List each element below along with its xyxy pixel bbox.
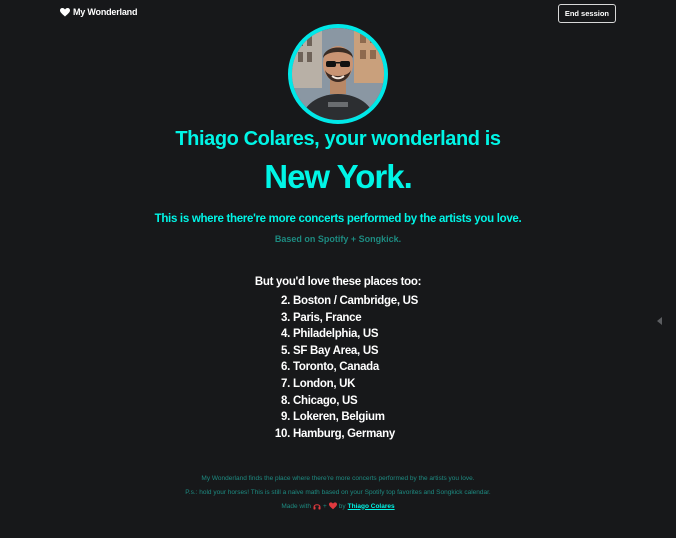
place-name: SF Bay Area, US (293, 344, 379, 357)
place-name: Toronto, Canada (293, 361, 380, 374)
place-name: Boston / Cambridge, US (293, 295, 419, 307)
footer-disclaimer: P.s.: hold your horses! This is still a … (185, 489, 491, 496)
data-source-note: Based on Spotify + Songkick. (274, 234, 402, 244)
made-with-label: Made with (281, 502, 311, 510)
wonderland-city: New York. (264, 158, 413, 195)
list-item: 2. Boston / Cambridge, US (270, 295, 418, 312)
rank-number: 4. (281, 328, 290, 341)
list-item: 3. Paris, France (270, 312, 418, 329)
place-name: Lokeren, Belgium (293, 411, 385, 424)
headphones-icon (313, 504, 321, 510)
by-label: by (338, 502, 346, 510)
list-item: 4. Philadelphia, US (270, 328, 418, 345)
heart-icon (60, 7, 70, 16)
rank-number: 5. (281, 344, 290, 357)
rank-number: 2. (281, 295, 290, 307)
result-headline: Thiago Colares, your wonderland is (175, 128, 501, 150)
footer-credits: Made with + by Thiago Colares (0, 502, 676, 510)
place-name: Hamburg, Germany (293, 427, 395, 440)
rank-number: 3. (281, 311, 290, 324)
footer-description: My Wonderland finds the place where ther… (201, 475, 475, 482)
list-item: 8. Chicago, US (270, 395, 418, 412)
other-places-list: 2. Boston / Cambridge, US 3. Paris, France… (270, 295, 418, 444)
rank-number: 7. (281, 377, 290, 390)
list-item: 7. London, UK (270, 378, 418, 395)
end-session-button[interactable]: End session (557, 4, 616, 23)
list-item: 6. Toronto, Canada (270, 361, 418, 378)
place-name: Philadelphia, US (293, 328, 379, 341)
brand-label: My Wonderland (73, 7, 138, 17)
list-item: 5. SF Bay Area, US (270, 345, 418, 362)
list-item: 9. Lokeren, Belgium (270, 411, 418, 428)
author-link[interactable]: Thiago Colares (348, 503, 395, 510)
avatar (288, 24, 388, 124)
list-item: 10. Hamburg, Germany (270, 428, 418, 445)
user-avatar-photo (292, 28, 384, 120)
plus-sign: + (322, 502, 327, 510)
brand-link[interactable]: My Wonderland (60, 7, 137, 17)
rank-number: 6. (281, 361, 290, 374)
place-name: Paris, France (293, 311, 362, 324)
other-places-title: But you'd love these places too: (254, 276, 422, 288)
collapse-arrow-icon[interactable] (657, 317, 662, 325)
rank-number: 10. (274, 427, 290, 440)
rank-number: 8. (281, 394, 290, 407)
result-subtitle: This is where there're more concerts per… (154, 213, 522, 225)
place-name: London, UK (293, 377, 356, 390)
heart-icon (328, 502, 337, 510)
place-name: Chicago, US (293, 394, 358, 407)
rank-number: 9. (281, 411, 290, 424)
